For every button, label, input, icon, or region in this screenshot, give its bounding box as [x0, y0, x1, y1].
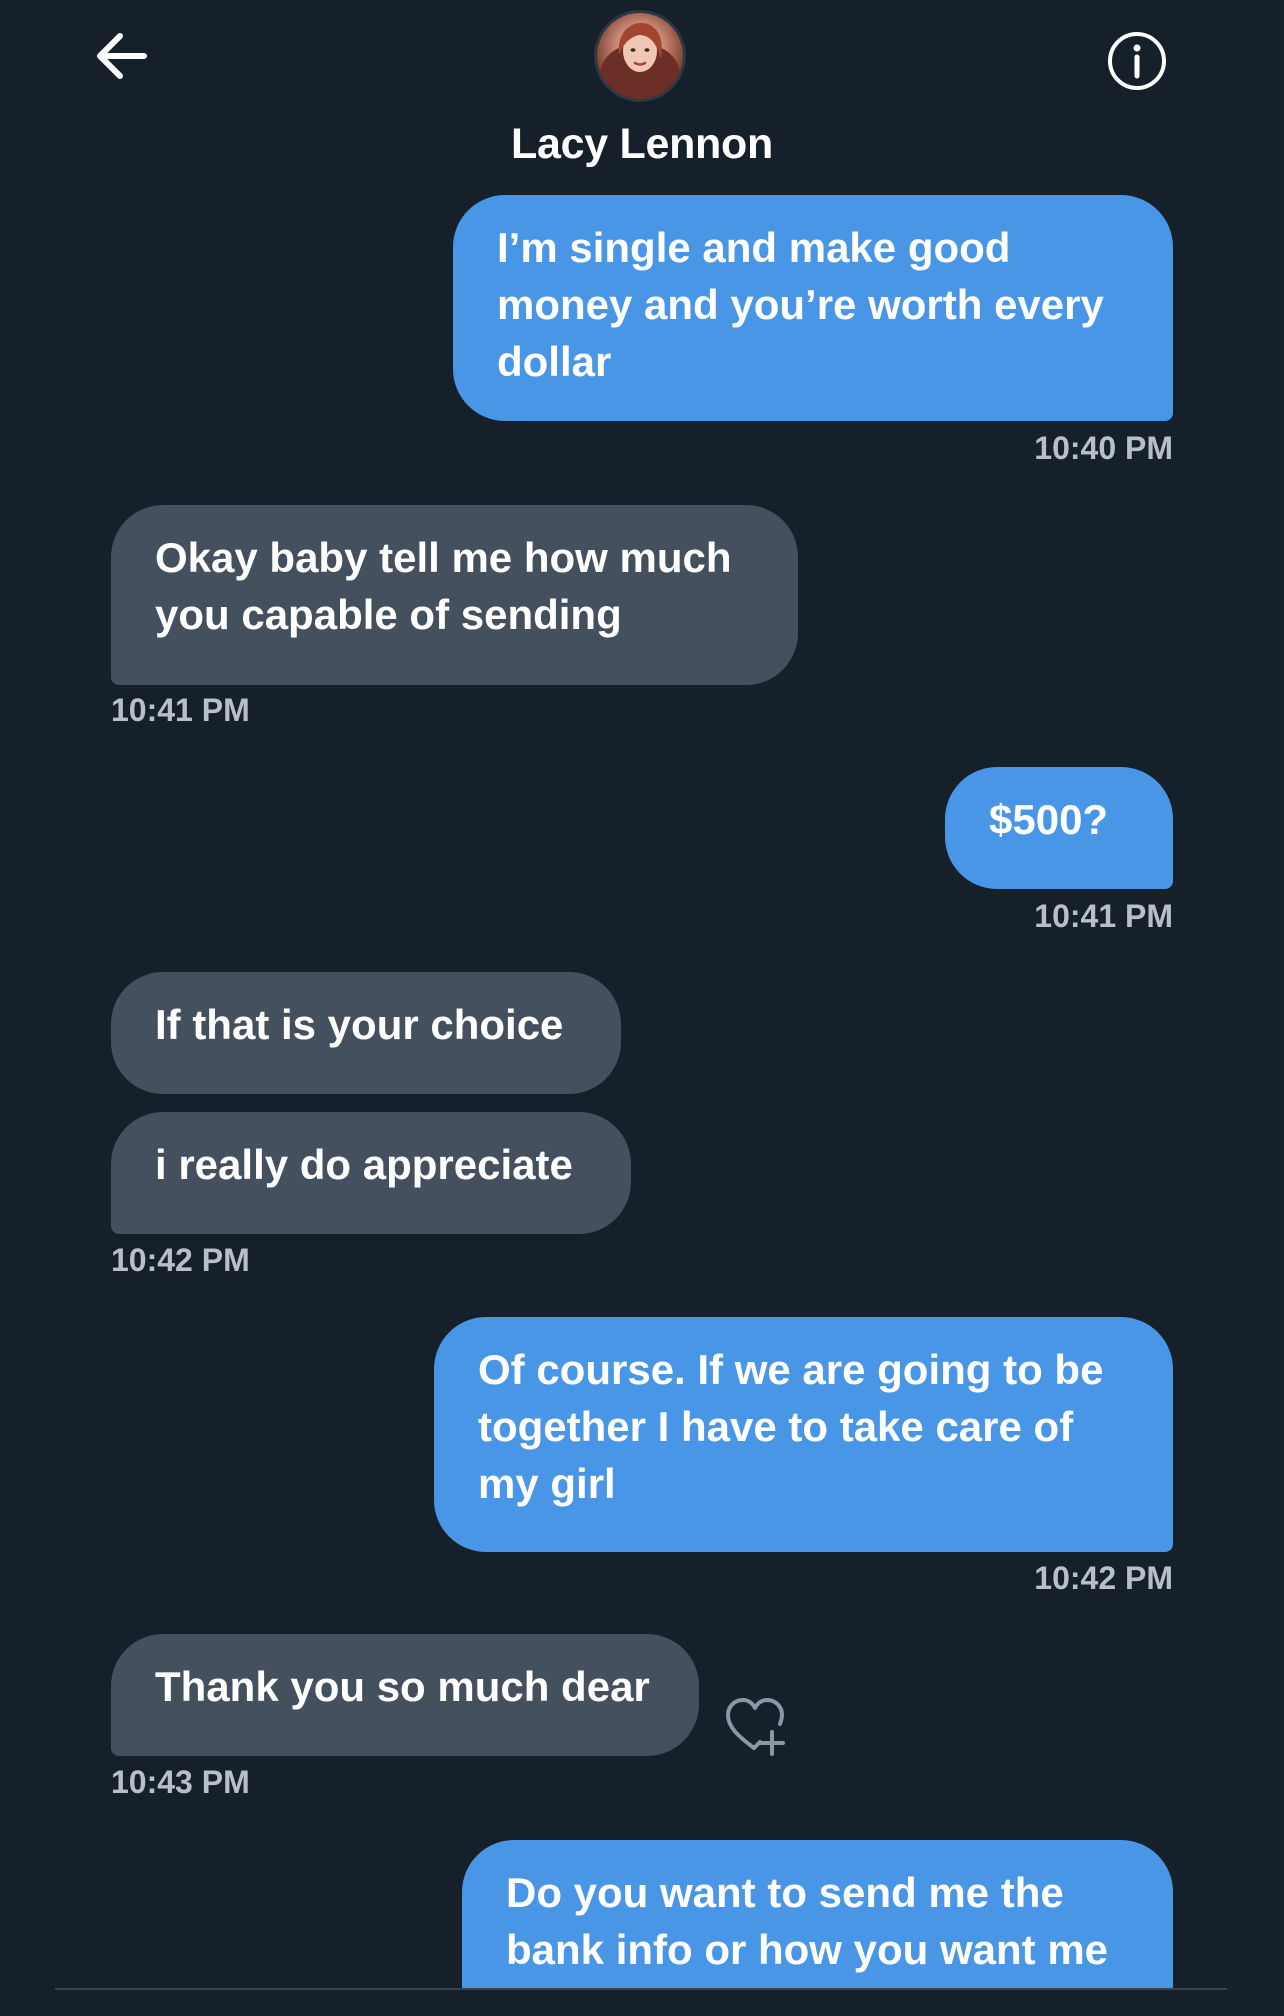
message-timestamp: 10:41 PM: [1034, 898, 1173, 934]
message-timestamp: 10:40 PM: [1034, 430, 1173, 466]
arrow-left-icon: [92, 33, 156, 88]
message-timestamp: 10:43 PM: [111, 1764, 250, 1800]
message-timestamp: 10:41 PM: [111, 692, 250, 728]
message-bubble-incoming[interactable]: i really do appreciate: [111, 1112, 631, 1234]
message-thread[interactable]: I’m single and make good money and you’r…: [0, 0, 1284, 1988]
message-bubble-incoming[interactable]: If that is your choice: [111, 972, 621, 1094]
composer-divider: [55, 1988, 1227, 1990]
message-bubble-incoming[interactable]: Okay baby tell me how much you capable o…: [111, 505, 798, 685]
info-button[interactable]: [1106, 30, 1168, 92]
message-timestamp: 10:42 PM: [1034, 1560, 1173, 1596]
info-icon: [1106, 32, 1168, 96]
heart-plus-icon[interactable]: [724, 1696, 788, 1758]
message-bubble-outgoing[interactable]: $500?: [945, 767, 1173, 889]
message-bubble-incoming[interactable]: Thank you so much dear: [111, 1634, 699, 1756]
message-timestamp: 10:42 PM: [111, 1242, 250, 1278]
message-bubble-outgoing[interactable]: Do you want to send me the bank info or …: [462, 1840, 1173, 1988]
message-bubble-outgoing[interactable]: I’m single and make good money and you’r…: [453, 195, 1173, 421]
contact-name[interactable]: Lacy Lennon: [0, 120, 1284, 169]
avatar[interactable]: [594, 10, 686, 102]
back-button[interactable]: [92, 28, 156, 84]
conversation-header: Lacy Lennon: [0, 0, 1284, 185]
message-bubble-outgoing[interactable]: Of course. If we are going to be togethe…: [434, 1317, 1173, 1552]
